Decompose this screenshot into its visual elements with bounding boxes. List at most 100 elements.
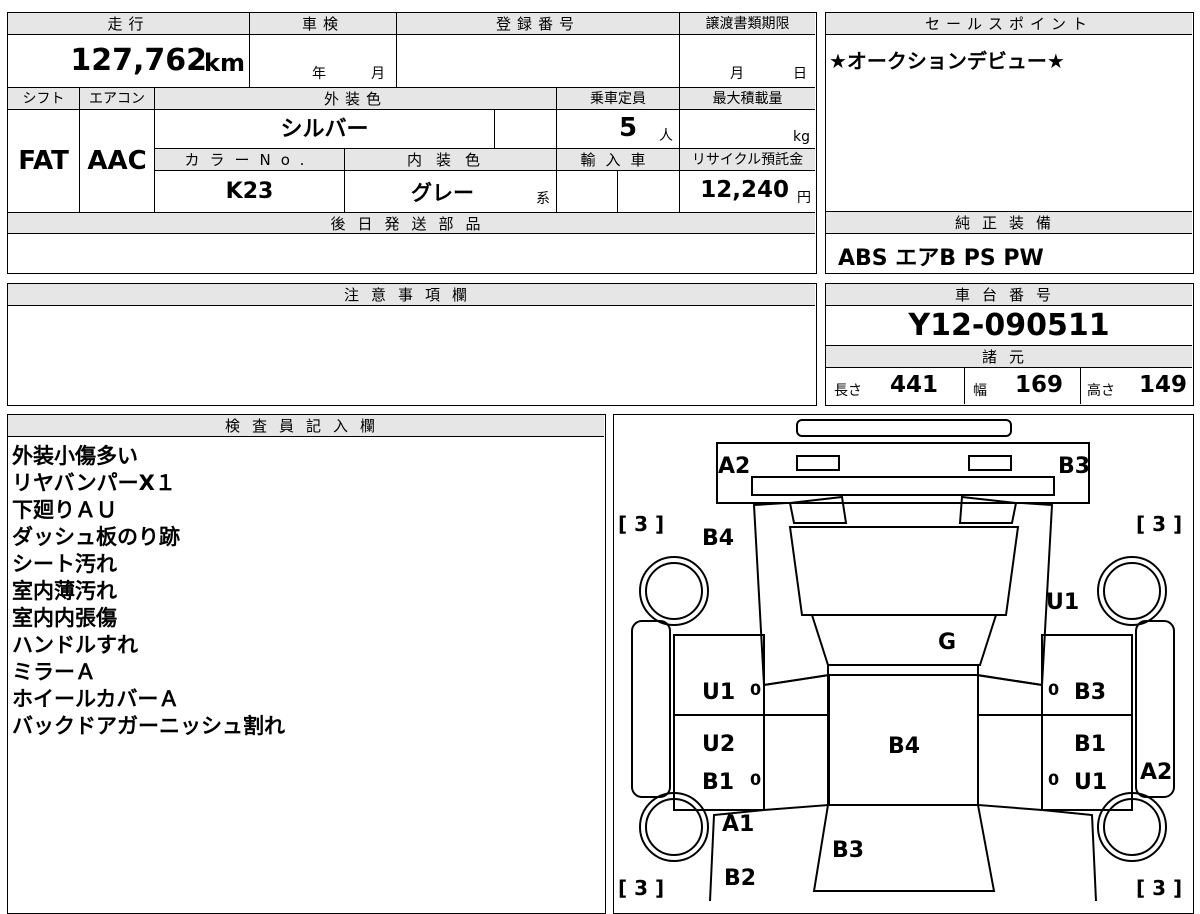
label-zero-left-front: 0 — [750, 680, 761, 699]
label-b3-front-right: B3 — [1058, 454, 1090, 479]
yen-unit: 円 — [797, 190, 811, 206]
list-item: ホイールカバーＡ — [12, 687, 180, 711]
recycle-value: 12,240 — [700, 177, 789, 203]
inspection-cell: 年 月 — [250, 35, 397, 88]
label-u1-left-door: U1 — [702, 680, 735, 705]
list-item: バックドアガーニッシュ割れ — [12, 714, 285, 738]
label-zero-right-front: 0 — [1048, 680, 1059, 699]
registration-cell — [397, 35, 680, 88]
length-label: 長さ — [834, 383, 862, 399]
car-diagram: A2 B3 B4 U1 G U1 0 0 B3 U2 B4 B1 B1 0 0 … — [618, 419, 1182, 901]
sales-point-value: ★オークションデビュー★ — [829, 49, 1065, 73]
year-unit: 年 — [312, 66, 326, 82]
interior-suffix: 系 — [536, 191, 550, 207]
color-no-cell: K23 — [155, 171, 345, 212]
capacity-cell: 5 人 — [557, 110, 680, 149]
std-equipment-value: ABS エアB PS PW — [838, 246, 1044, 271]
std-equipment-cell: ABS エアB PS PW — [826, 234, 1192, 272]
inspector-panel: 検査員記入欄 外装小傷多い リヤバンパーX１ 下廻りＡＵ ダッシュ板のり跡 シー… — [7, 414, 606, 914]
label-bracket-top-right: [ 3 ] — [1136, 512, 1182, 536]
vehicle-info-panel: 走行 車検 登録番号 譲渡書類期限 127,762 km 年 月 月 日 シフト… — [7, 12, 817, 274]
sales-point-cell: ★オークションデビュー★ — [826, 35, 1192, 212]
shift-cell: FAT — [8, 110, 80, 212]
label-zero-right-rear: 0 — [1048, 770, 1059, 789]
max-load-cell: kg — [680, 110, 815, 149]
interior-color-label: 内装色 — [345, 149, 557, 171]
label-u2-left-rear-door: U2 — [702, 732, 735, 757]
length-value: 441 — [890, 372, 939, 398]
exterior-color-cell: シルバー — [155, 110, 495, 149]
label-a2-right-side: A2 — [1140, 760, 1172, 785]
label-b3-right-door: B3 — [1074, 680, 1106, 705]
import-cell-a — [557, 171, 618, 212]
shift-label: シフト — [8, 88, 80, 110]
label-bracket-top-left: [ 3 ] — [618, 512, 664, 536]
width-value: 169 — [1015, 372, 1064, 398]
car-diagram-panel: A2 B3 B4 U1 G U1 0 0 B3 U2 B4 B1 B1 0 0 … — [613, 414, 1194, 914]
shift-value: FAT — [18, 146, 69, 176]
deadline-day-unit: 日 — [793, 66, 807, 82]
interior-color-cell: グレー 系 — [345, 171, 557, 212]
list-item: 外装小傷多い — [12, 444, 138, 468]
label-a2-front-left: A2 — [718, 454, 750, 479]
label-b3-back-door: B3 — [832, 838, 864, 863]
inspector-notes-list: 外装小傷多い リヤバンパーX１ 下廻りＡＵ ダッシュ板のり跡 シート汚れ 室内薄… — [12, 443, 592, 740]
chassis-panel: 車台番号 Y12-090511 諸元 長さ 441 幅 169 高さ 149 — [825, 283, 1194, 406]
capacity-value: 5 — [619, 113, 638, 143]
import-cell-b — [618, 171, 680, 212]
later-parts-label: 後日発送部品 — [8, 212, 815, 234]
mileage-label: 走行 — [8, 13, 250, 35]
load-unit: kg — [793, 129, 810, 145]
inspection-label: 車検 — [250, 13, 397, 35]
recycle-label: リサイクル預託金 — [680, 149, 815, 171]
month-unit: 月 — [371, 66, 385, 82]
list-item: ミラーＡ — [12, 660, 96, 684]
exterior-color-value: シルバー — [280, 117, 369, 142]
transfer-deadline-label: 譲渡書類期限 — [680, 13, 815, 35]
list-item: リヤバンパーX１ — [12, 471, 176, 495]
label-bracket-bottom-left: [ 3 ] — [618, 876, 664, 900]
label-g-windshield: G — [938, 630, 956, 655]
import-label: 輸入車 — [557, 149, 680, 171]
mileage-unit: km — [204, 49, 245, 77]
capacity-unit: 人 — [659, 128, 673, 144]
label-b4-hood: B4 — [702, 526, 734, 551]
label-b2-rear-left: B2 — [724, 866, 756, 891]
specs-label: 諸元 — [826, 346, 1192, 368]
std-equipment-label: 純正装備 — [826, 212, 1192, 234]
ac-cell: AAC — [80, 110, 155, 212]
ac-label: エアコン — [80, 88, 155, 110]
list-item: 下廻りＡＵ — [12, 498, 117, 522]
label-b4-roof: B4 — [888, 734, 920, 759]
transfer-deadline-cell: 月 日 — [680, 35, 815, 88]
exterior-color-label: 外装色 — [155, 88, 557, 110]
chassis-label: 車台番号 — [826, 284, 1192, 306]
color-no-label: カラーNo. — [155, 149, 345, 171]
label-a1-left-rear-fender: A1 — [722, 812, 754, 837]
label-b1-right-rear-door: B1 — [1074, 732, 1106, 757]
list-item: 室内内張傷 — [12, 606, 117, 630]
capacity-label: 乗車定員 — [557, 88, 680, 110]
ac-value: AAC — [87, 146, 147, 176]
color-no-value: K23 — [225, 179, 274, 204]
label-u1-right-fender: U1 — [1046, 590, 1079, 615]
chassis-cell: Y12-090511 — [826, 306, 1192, 346]
notes-panel: 注意事項欄 — [7, 283, 817, 406]
label-zero-left-rear: 0 — [750, 770, 761, 789]
sales-point-panel: セールスポイント ★オークションデビュー★ 純正装備 ABS エアB PS PW — [825, 12, 1194, 274]
registration-label: 登録番号 — [397, 13, 680, 35]
height-label: 高さ — [1087, 383, 1115, 399]
interior-color-value: グレー — [411, 181, 474, 205]
height-cell: 高さ 149 — [1081, 368, 1192, 404]
recycle-cell: 12,240 円 — [680, 171, 815, 212]
sales-point-label: セールスポイント — [826, 13, 1192, 35]
width-label: 幅 — [973, 383, 987, 399]
max-load-label: 最大積載量 — [680, 88, 815, 110]
list-item: ハンドルすれ — [12, 633, 138, 657]
inspector-label: 検査員記入欄 — [8, 415, 604, 437]
label-b1-left-rear: B1 — [702, 770, 734, 795]
list-item: シート汚れ — [12, 552, 117, 576]
deadline-month-unit: 月 — [730, 66, 744, 82]
width-cell: 幅 169 — [965, 368, 1081, 404]
list-item: ダッシュ板のり跡 — [12, 525, 180, 549]
